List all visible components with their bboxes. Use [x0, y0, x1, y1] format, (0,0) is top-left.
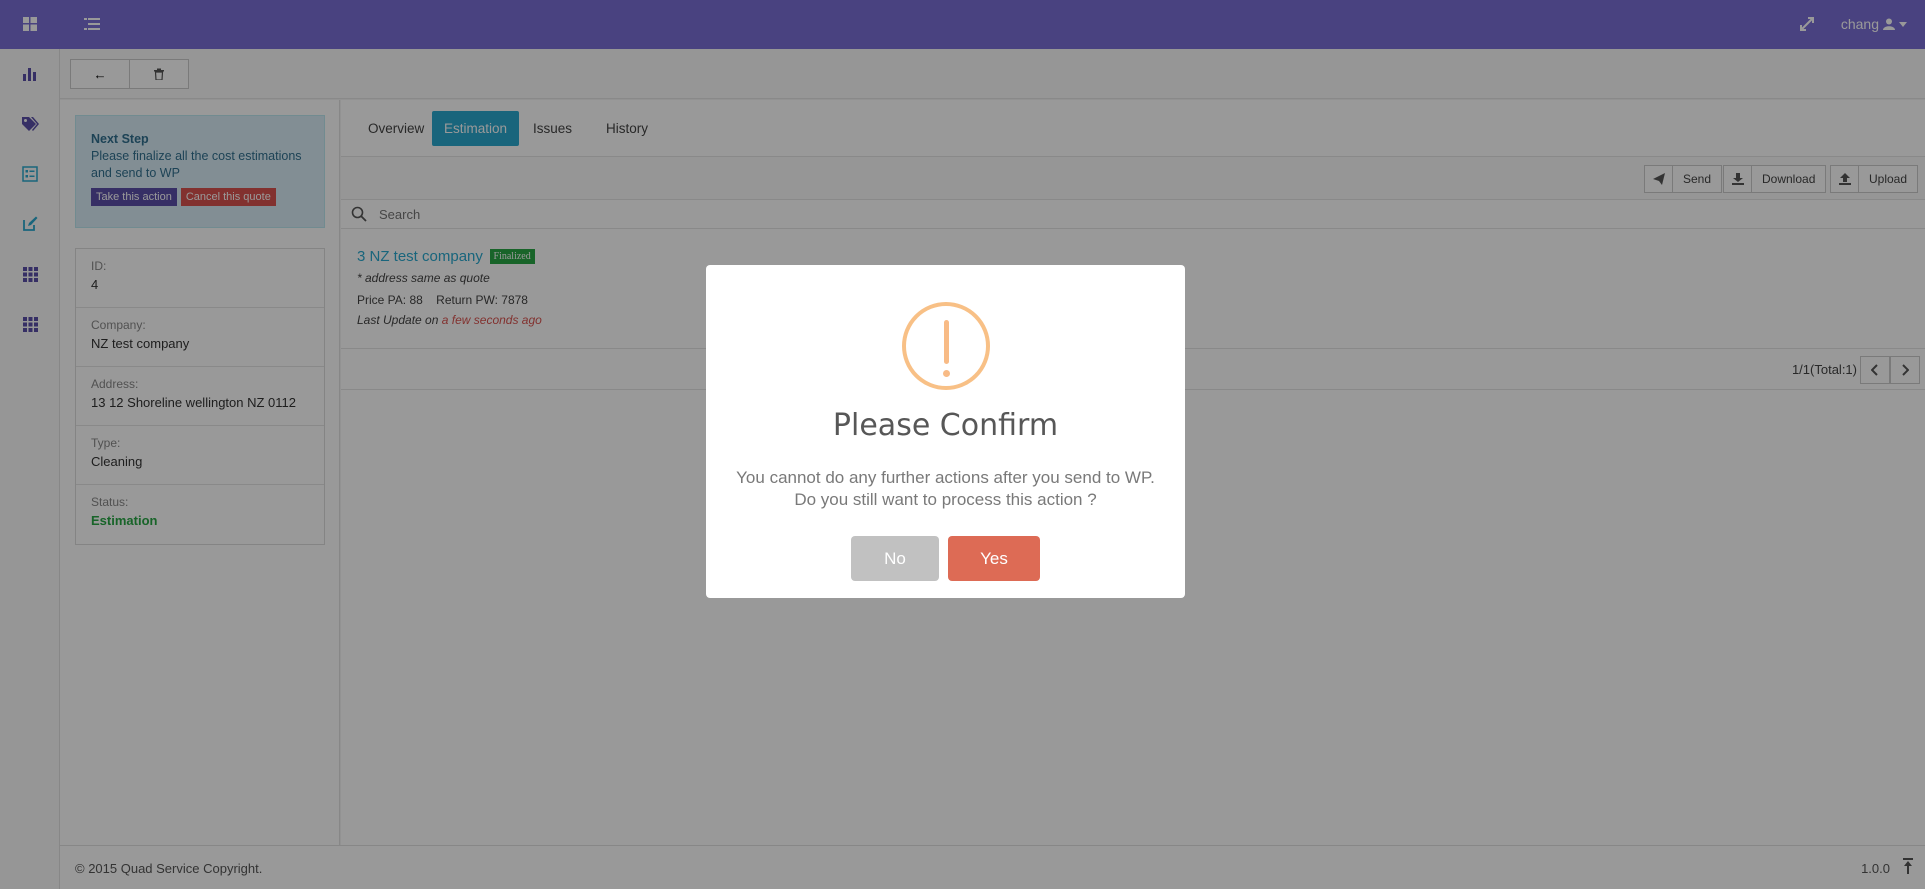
confirm-dialog: Please Confirm You cannot do any further…	[706, 265, 1185, 598]
warning-icon	[902, 302, 990, 390]
no-button[interactable]: No	[851, 536, 939, 581]
yes-button[interactable]: Yes	[948, 536, 1040, 581]
dialog-title: Please Confirm	[832, 408, 1059, 443]
dialog-message: You cannot do any further actions after …	[736, 468, 1155, 509]
